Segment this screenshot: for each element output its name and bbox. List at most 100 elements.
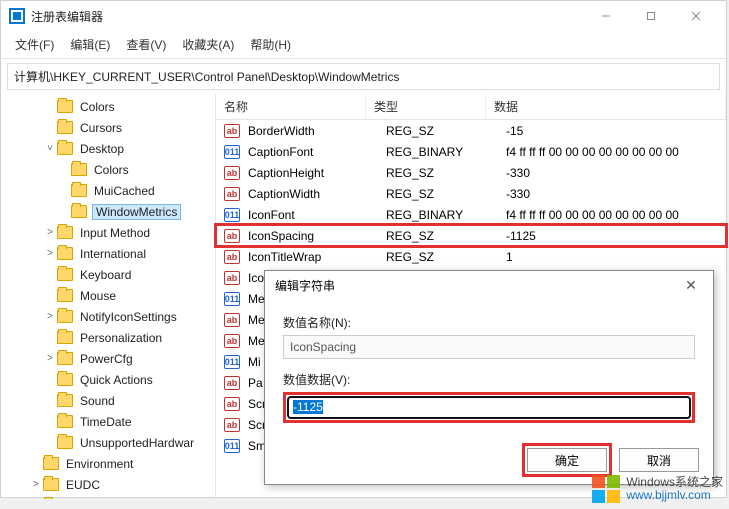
value-type-icon: ab	[224, 418, 240, 432]
menu-favorites[interactable]: 收藏夹(A)	[174, 33, 242, 56]
value-type-icon: ab	[224, 376, 240, 390]
tree-item-label: TimeDate	[78, 415, 134, 429]
tree-item-eudc[interactable]: >EUDC	[1, 474, 215, 495]
tree-item-windowmetrics[interactable]: WindowMetrics	[1, 201, 215, 222]
tree-view[interactable]: Colors Cursors ˅ Desktop Colors MuiCached Wind…	[1, 94, 216, 499]
menu-view[interactable]: 查看(V)	[118, 33, 174, 56]
menu-edit[interactable]: 编辑(E)	[62, 33, 118, 56]
tree-item-muicached[interactable]: MuiCached	[1, 180, 215, 201]
value-row[interactable]: 011CaptionFontREG_BINARYf4 ff ff ff 00 0…	[216, 141, 726, 162]
tree-item-label: Sound	[78, 394, 117, 408]
tree-twisty-icon[interactable]: >	[29, 479, 43, 490]
tree-item-unsupportedhardwar[interactable]: UnsupportedHardwar	[1, 432, 215, 453]
tree-item-label: Quick Actions	[78, 373, 155, 387]
value-row[interactable]: abCaptionHeightREG_SZ-330	[216, 162, 726, 183]
folder-icon	[57, 394, 73, 407]
tree-item-label: Colors	[78, 100, 117, 114]
tree-item-label: Colors	[92, 163, 131, 177]
tree-item-colors[interactable]: Colors	[1, 96, 215, 117]
watermark-line2: www.bjjmlv.com	[626, 489, 723, 502]
ok-button[interactable]: 确定	[527, 448, 607, 472]
close-button[interactable]	[673, 1, 718, 31]
minimize-button[interactable]	[583, 1, 628, 31]
tree-twisty-icon[interactable]: >	[43, 353, 57, 364]
tree-twisty-icon[interactable]: >	[43, 311, 57, 322]
tree-item-desktop[interactable]: ˅ Desktop	[1, 138, 215, 159]
tree-item-label: International	[78, 247, 148, 261]
tree-item-colors[interactable]: Colors	[1, 159, 215, 180]
tree-item-notifyiconsettings[interactable]: >NotifyIconSettings	[1, 306, 215, 327]
value-type: REG_SZ	[382, 187, 502, 201]
tree-item-keyboard[interactable]: Keyboard	[1, 264, 215, 285]
value-row[interactable]: abIconTitleWrapREG_SZ1	[216, 246, 726, 267]
value-row[interactable]: 011IconFontREG_BINARYf4 ff ff ff 00 00 0…	[216, 204, 726, 225]
value-type-icon: 011	[224, 439, 240, 453]
dialog-body: 数值名称(N): IconSpacing 数值数据(V):	[265, 300, 713, 431]
dialog-close-button[interactable]: ✕	[679, 277, 703, 294]
value-type-icon: ab	[224, 166, 240, 180]
titlebar: 注册表编辑器	[1, 1, 726, 31]
tree-twisty-icon[interactable]: >	[43, 227, 57, 238]
value-data-input[interactable]	[287, 396, 691, 419]
tree-item-mouse[interactable]: Mouse	[1, 285, 215, 306]
watermark: Windows系统之家 www.bjjmlv.com	[592, 475, 723, 503]
value-data: -15	[502, 124, 726, 138]
value-row[interactable]: abIconSpacingREG_SZ-1125	[216, 225, 726, 246]
value-name-label: 数值名称(N):	[283, 314, 695, 331]
tree-item-label: Desktop	[78, 142, 126, 156]
tree-item-label: Keyboard Layout	[64, 499, 159, 500]
value-data: 1	[502, 250, 726, 264]
tree-item-input method[interactable]: >Input Method	[1, 222, 215, 243]
folder-icon	[57, 100, 73, 113]
folder-icon	[57, 352, 73, 365]
cancel-button[interactable]: 取消	[619, 448, 699, 472]
folder-icon	[57, 310, 73, 323]
folder-icon	[57, 142, 73, 155]
tree-item-international[interactable]: > International	[1, 243, 215, 264]
app-icon	[9, 8, 25, 24]
folder-icon	[57, 331, 73, 344]
value-type-icon: ab	[224, 250, 240, 264]
tree-item-environment[interactable]: Environment	[1, 453, 215, 474]
tree-twisty-icon[interactable]: ˅	[43, 143, 57, 154]
tree-item-label: Personalization	[78, 331, 164, 345]
value-data: -1125	[502, 229, 726, 243]
tree-twisty-icon[interactable]: >	[43, 248, 57, 259]
tree-item-keyboard layout[interactable]: >Keyboard Layout	[1, 495, 215, 499]
value-row[interactable]: abBorderWidthREG_SZ-15	[216, 120, 726, 141]
col-data[interactable]: 数据	[486, 94, 726, 119]
menu-file[interactable]: 文件(F)	[7, 33, 62, 56]
folder-icon	[71, 184, 87, 197]
value-type-icon: ab	[224, 313, 240, 327]
folder-icon	[57, 289, 73, 302]
tree-item-powercfg[interactable]: >PowerCfg	[1, 348, 215, 369]
edit-string-dialog: 编辑字符串 ✕ 数值名称(N): IconSpacing 数值数据(V): 确定…	[264, 270, 714, 485]
address-bar[interactable]: 计算机\HKEY_CURRENT_USER\Control Panel\Desk…	[7, 63, 720, 90]
list-header: 名称 类型 数据	[216, 94, 726, 120]
value-type-icon: 011	[224, 208, 240, 222]
folder-icon	[57, 268, 73, 281]
tree-item-label: WindowMetrics	[92, 204, 181, 220]
col-name[interactable]: 名称	[216, 94, 366, 119]
dialog-titlebar: 编辑字符串 ✕	[265, 271, 713, 300]
folder-icon	[57, 226, 73, 239]
windows-logo-icon	[592, 475, 620, 503]
value-row[interactable]: abCaptionWidthREG_SZ-330	[216, 183, 726, 204]
tree-item-personalization[interactable]: Personalization	[1, 327, 215, 348]
value-type: REG_BINARY	[382, 208, 502, 222]
value-name: BorderWidth	[244, 124, 382, 138]
value-type-icon: 011	[224, 292, 240, 306]
value-type: REG_SZ	[382, 229, 502, 243]
value-data-label: 数值数据(V):	[283, 371, 695, 388]
maximize-button[interactable]	[628, 1, 673, 31]
value-name: CaptionFont	[244, 145, 382, 159]
value-type: REG_SZ	[382, 124, 502, 138]
tree-item-cursors[interactable]: Cursors	[1, 117, 215, 138]
menu-help[interactable]: 帮助(H)	[242, 33, 299, 56]
tree-item-quick actions[interactable]: Quick Actions	[1, 369, 215, 390]
tree-item-timedate[interactable]: TimeDate	[1, 411, 215, 432]
value-name: IconTitleWrap	[244, 250, 382, 264]
value-data: -330	[502, 166, 726, 180]
tree-item-sound[interactable]: Sound	[1, 390, 215, 411]
col-type[interactable]: 类型	[366, 94, 486, 119]
